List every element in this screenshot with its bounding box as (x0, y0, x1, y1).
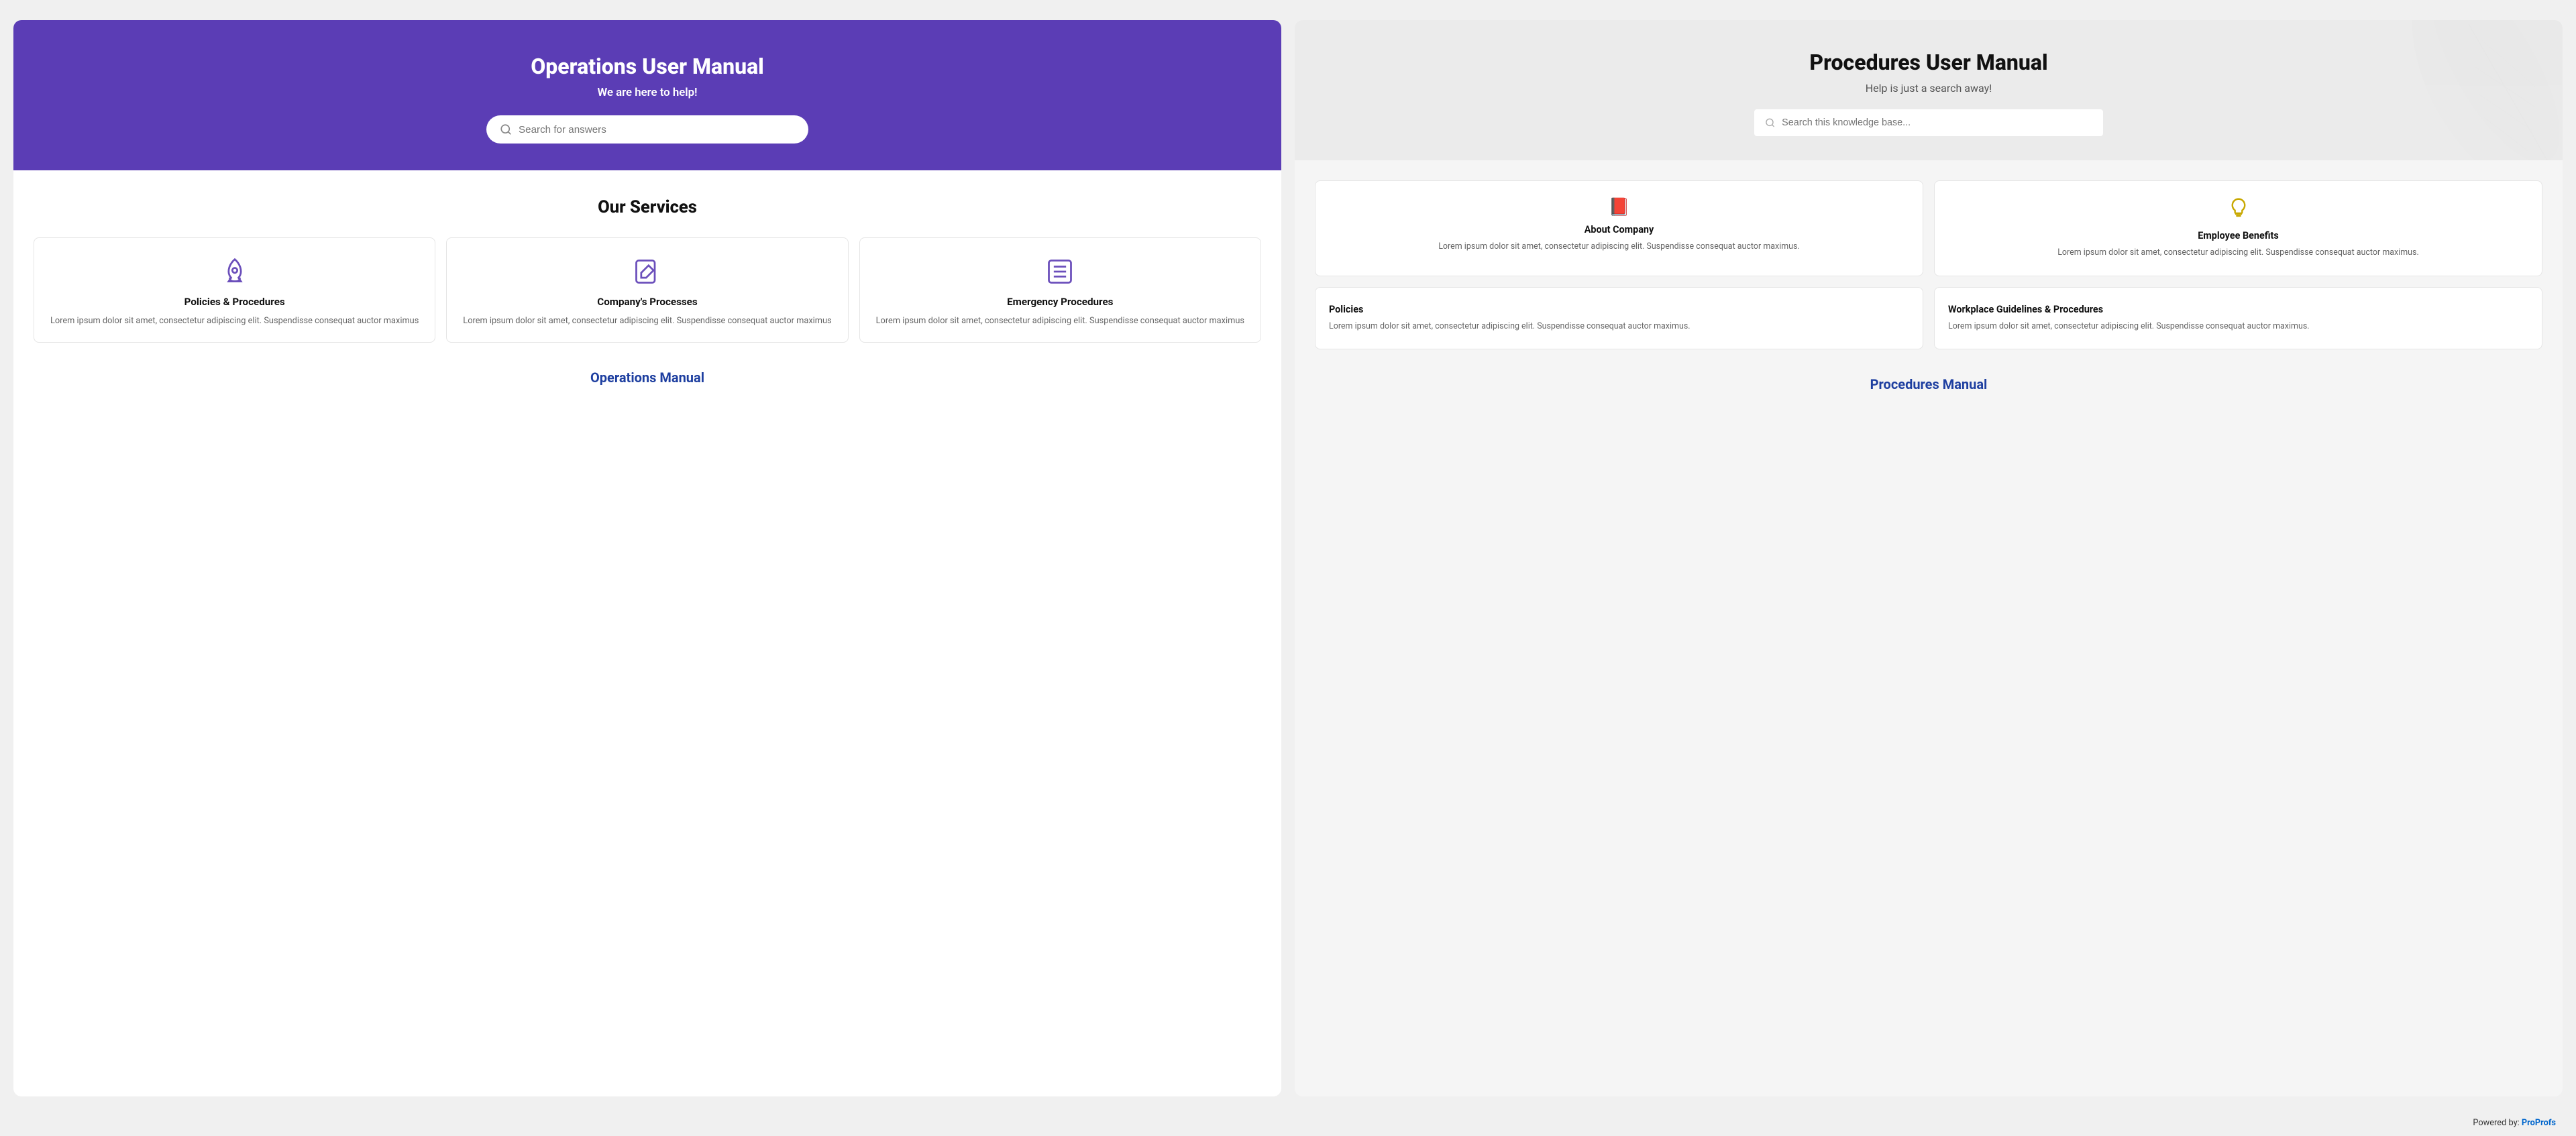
bottom-bar: Powered by: ProProfs (0, 1110, 2576, 1136)
service-card-desc-emergency: Lorem ipsum dolor sit amet, consectetur … (873, 315, 1247, 327)
left-search-input[interactable] (519, 124, 795, 135)
left-hero-subtitle: We are here to help! (40, 86, 1254, 99)
service-card-title-emergency: Emergency Procedures (873, 296, 1247, 308)
right-search-bar[interactable] (1754, 109, 2103, 136)
right-card-title-about: About Company (1329, 224, 1909, 235)
left-panel: Operations User Manual We are here to he… (13, 20, 1281, 1096)
left-footer-link[interactable]: Operations Manual (34, 370, 1261, 386)
right-card-title-benefits: Employee Benefits (1948, 230, 2528, 241)
service-card-emergency[interactable]: Emergency Procedures Lorem ipsum dolor s… (859, 237, 1261, 343)
rocket-icon (48, 257, 421, 286)
right-card-about[interactable]: 📕 About Company Lorem ipsum dolor sit am… (1315, 180, 1923, 276)
left-content: Our Services Policies & Procedures Lorem… (13, 170, 1281, 1096)
services-grid: Policies & Procedures Lorem ipsum dolor … (34, 237, 1261, 343)
right-card-desc-guidelines: Lorem ipsum dolor sit amet, consectetur … (1948, 321, 2528, 333)
service-card-policies[interactable]: Policies & Procedures Lorem ipsum dolor … (34, 237, 435, 343)
right-footer-link[interactable]: Procedures Manual (1315, 376, 2542, 392)
edit-icon (460, 257, 834, 286)
service-card-title-policies: Policies & Procedures (48, 296, 421, 308)
right-card-policies[interactable]: Policies Lorem ipsum dolor sit amet, con… (1315, 287, 1923, 350)
left-search-bar[interactable] (486, 115, 808, 144)
service-card-desc-processes: Lorem ipsum dolor sit amet, consectetur … (460, 315, 834, 327)
list-icon (873, 257, 1247, 286)
service-card-processes[interactable]: Company's Processes Lorem ipsum dolor si… (446, 237, 848, 343)
right-hero: Procedures User Manual Help is just a se… (1295, 20, 2563, 160)
service-card-title-processes: Company's Processes (460, 296, 834, 308)
right-card-title-policies: Policies (1329, 304, 1909, 315)
bulb-icon (1948, 197, 2528, 223)
right-cards-grid: 📕 About Company Lorem ipsum dolor sit am… (1315, 180, 2542, 349)
book-icon: 📕 (1329, 197, 1909, 217)
right-panel: Procedures User Manual Help is just a se… (1295, 20, 2563, 1096)
right-card-title-guidelines: Workplace Guidelines & Procedures (1948, 304, 2528, 315)
procedures-manual-link[interactable]: Procedures Manual (1870, 376, 1988, 392)
operations-manual-link[interactable]: Operations Manual (590, 370, 704, 386)
left-hero: Operations User Manual We are here to he… (13, 20, 1281, 170)
right-hero-title: Procedures User Manual (1322, 50, 2536, 75)
right-search-input[interactable] (1782, 117, 2092, 128)
brand-name: ProProfs (2522, 1118, 2556, 1128)
right-card-desc-benefits: Lorem ipsum dolor sit amet, consectetur … (1948, 247, 2528, 260)
right-card-benefits[interactable]: Employee Benefits Lorem ipsum dolor sit … (1934, 180, 2542, 276)
search-icon-right (1765, 117, 1775, 128)
search-icon (500, 123, 512, 135)
right-hero-subtitle: Help is just a search away! (1322, 82, 2536, 95)
powered-by-text: Powered by: (2473, 1118, 2519, 1128)
right-card-guidelines[interactable]: Workplace Guidelines & Procedures Lorem … (1934, 287, 2542, 350)
right-card-desc-policies: Lorem ipsum dolor sit amet, consectetur … (1329, 321, 1909, 333)
left-hero-title: Operations User Manual (40, 54, 1254, 79)
right-card-desc-about: Lorem ipsum dolor sit amet, consectetur … (1329, 241, 1909, 253)
right-content: 📕 About Company Lorem ipsum dolor sit am… (1295, 160, 2563, 1096)
services-title: Our Services (34, 197, 1261, 217)
service-card-desc-policies: Lorem ipsum dolor sit amet, consectetur … (48, 315, 421, 327)
